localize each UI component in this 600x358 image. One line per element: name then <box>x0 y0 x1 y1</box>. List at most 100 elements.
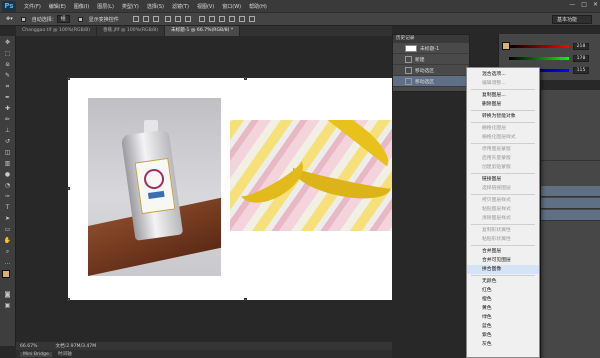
healing-brush-tool-icon[interactable]: ✚ <box>2 104 14 113</box>
tab-banana[interactable]: 香蕉.jfif @ 100%(RGB/8) <box>96 26 166 36</box>
eyedropper-tool-icon[interactable]: ✒ <box>2 93 14 102</box>
red-slider[interactable] <box>509 45 569 48</box>
context-menu-item[interactable]: 无颜色 <box>467 277 539 286</box>
type-tool-icon[interactable]: T <box>2 203 14 212</box>
context-menu-item[interactable]: 紫色 <box>467 331 539 340</box>
maximize-button[interactable]: □ <box>581 1 587 8</box>
marquee-tool-icon[interactable]: ⬚ <box>2 49 14 58</box>
move-tool-icon[interactable]: ✥ <box>2 38 14 47</box>
foreground-color-swatch[interactable] <box>2 270 10 278</box>
more-tools-icon[interactable]: … <box>2 258 14 267</box>
history-state-selected[interactable]: 移动选区 <box>393 76 469 87</box>
green-value[interactable]: 178 <box>573 55 589 62</box>
context-menu-item[interactable]: 合并可见图层 <box>467 256 539 265</box>
context-menu-item[interactable]: 链接图层 <box>467 175 539 184</box>
layer-row-selected[interactable] <box>541 198 600 209</box>
lasso-tool-icon[interactable]: ɷ <box>2 60 14 69</box>
menu-layer[interactable]: 图层(L) <box>97 3 114 10</box>
red-value[interactable]: 218 <box>573 43 589 50</box>
gradient-tool-icon[interactable]: ▥ <box>2 159 14 168</box>
distribute-middle-icon[interactable] <box>208 16 215 22</box>
menu-select[interactable]: 选择(S) <box>147 3 164 10</box>
context-menu-item[interactable]: 黄色 <box>467 304 539 313</box>
move-tool-icon[interactable]: ✥▾ <box>6 16 13 22</box>
document-canvas[interactable] <box>68 78 392 300</box>
tab-untitled[interactable]: 未标题-1 @ 66.7%(RGB/8) * <box>165 26 241 36</box>
menu-view[interactable]: 视图(V) <box>197 3 214 10</box>
zoom-level[interactable]: 66.67% <box>20 344 38 349</box>
banana-photo[interactable] <box>230 120 392 231</box>
canvas-area[interactable] <box>16 36 392 342</box>
transform-handle[interactable] <box>67 187 70 190</box>
green-slider[interactable] <box>509 57 569 60</box>
dodge-tool-icon[interactable]: ◔ <box>2 181 14 190</box>
context-menu-item[interactable]: 合并图层 <box>467 247 539 256</box>
workspace-switcher[interactable]: 基本功能 <box>552 15 592 24</box>
menu-type[interactable]: 类型(Y) <box>122 3 139 10</box>
context-menu-item[interactable]: 橙色 <box>467 295 539 304</box>
eraser-tool-icon[interactable]: ◫ <box>2 148 14 157</box>
shape-tool-icon[interactable]: ▭ <box>2 225 14 234</box>
minimize-button[interactable]: — <box>569 1 575 8</box>
transform-handle[interactable] <box>244 298 247 301</box>
bottle-photo[interactable] <box>88 98 221 276</box>
auto-select-dropdown[interactable]: 组 <box>56 15 70 23</box>
context-menu-item[interactable]: 红色 <box>467 286 539 295</box>
context-menu-item[interactable]: 灰色 <box>467 340 539 349</box>
align-right-icon[interactable] <box>184 16 191 22</box>
distribute-left-icon[interactable] <box>228 16 235 22</box>
tab-changgao[interactable]: Changgao.tif @ 100%(RGB/8) <box>16 26 97 36</box>
show-transform-checkbox[interactable] <box>77 16 83 22</box>
hand-tool-icon[interactable]: ✋ <box>2 236 14 245</box>
document-info[interactable]: 文档:2.97M/3.47M <box>56 343 97 349</box>
context-menu-item[interactable]: 混合选项... <box>467 70 539 79</box>
tab-timeline[interactable]: 时间轴 <box>58 351 72 357</box>
menu-file[interactable]: 文件(F) <box>24 3 41 10</box>
align-bottom-icon[interactable] <box>152 16 159 22</box>
context-menu-item[interactable]: 删除图层 <box>467 100 539 109</box>
context-menu-item[interactable]: 复制图层... <box>467 91 539 100</box>
layer-row-selected[interactable] <box>541 210 600 221</box>
distribute-top-icon[interactable] <box>198 16 205 22</box>
screen-mode-icon[interactable]: ▣ <box>2 301 14 310</box>
history-brush-tool-icon[interactable]: ↺ <box>2 137 14 146</box>
context-menu-item[interactable]: 绿色 <box>467 313 539 322</box>
menu-help[interactable]: 帮助(H) <box>249 3 267 10</box>
align-center-icon[interactable] <box>174 16 181 22</box>
transform-handle[interactable] <box>67 77 70 80</box>
context-menu-item[interactable]: 拼合图像 <box>467 265 539 274</box>
menu-filter[interactable]: 滤镜(T) <box>172 3 189 10</box>
quick-select-tool-icon[interactable]: ✎ <box>2 71 14 80</box>
history-panel-title[interactable]: 历史记录 <box>393 35 469 43</box>
tab-mini-bridge[interactable]: Mini Bridge <box>20 351 52 357</box>
auto-select-checkbox[interactable] <box>20 16 26 22</box>
blue-value[interactable]: 115 <box>573 67 589 74</box>
menu-window[interactable]: 窗口(W) <box>222 3 241 10</box>
distribute-right-icon[interactable] <box>248 16 255 22</box>
quick-mask-icon[interactable]: ◙ <box>2 290 14 299</box>
context-menu-item[interactable]: 蓝色 <box>467 322 539 331</box>
context-menu-item[interactable]: 转换为智能对象 <box>467 112 539 121</box>
align-top-icon[interactable] <box>132 16 139 22</box>
align-left-icon[interactable] <box>164 16 171 22</box>
pen-tool-icon[interactable]: ✑ <box>2 192 14 201</box>
distribute-center-icon[interactable] <box>238 16 245 22</box>
history-state[interactable]: 移动选区 <box>393 65 469 76</box>
close-button[interactable]: ✕ <box>593 1 598 8</box>
history-state[interactable]: 新建 <box>393 54 469 65</box>
menu-image[interactable]: 图像(I) <box>74 3 89 10</box>
history-snapshot[interactable]: 未标题-1 <box>393 43 469 54</box>
layer-row-selected[interactable] <box>541 186 600 197</box>
align-middle-icon[interactable] <box>142 16 149 22</box>
blur-tool-icon[interactable]: ● <box>2 170 14 179</box>
color-swatches[interactable] <box>0 270 15 288</box>
layer-row[interactable] <box>541 150 600 161</box>
brush-tool-icon[interactable]: ✏ <box>2 115 14 124</box>
transform-handle[interactable] <box>67 298 70 301</box>
clone-stamp-tool-icon[interactable]: ⊥ <box>2 126 14 135</box>
zoom-tool-icon[interactable]: ⌕ <box>2 247 14 256</box>
path-select-tool-icon[interactable]: ➤ <box>2 214 14 223</box>
crop-tool-icon[interactable]: ⌗ <box>2 82 14 91</box>
menu-edit[interactable]: 编辑(E) <box>49 3 66 10</box>
transform-handle[interactable] <box>244 77 247 80</box>
